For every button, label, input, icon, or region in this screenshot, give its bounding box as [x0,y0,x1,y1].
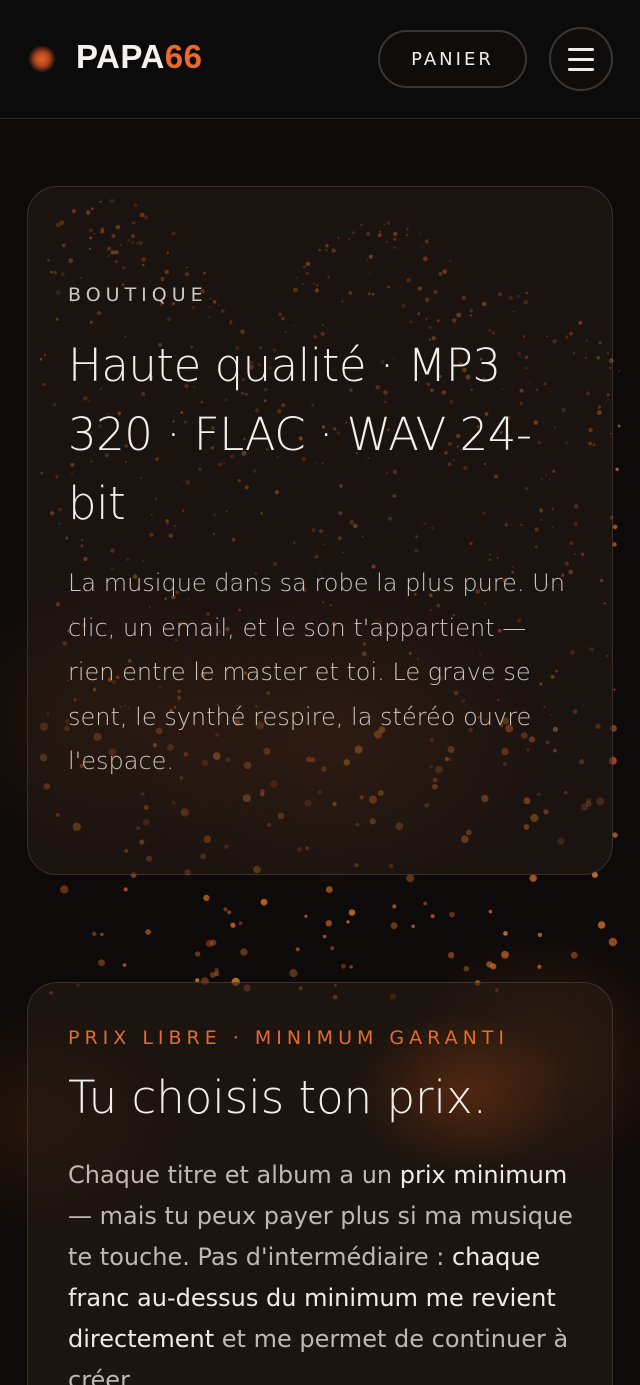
cart-button[interactable]: PANIER [378,30,527,88]
particle [145,929,152,935]
particle [503,931,508,936]
menu-button[interactable] [549,27,613,91]
shop-description: La musique dans sa robe la plus pure. Un… [68,569,565,775]
particle [304,914,308,918]
pricing-text-1: Chaque titre et album a un [68,1161,400,1189]
particle [570,951,578,959]
particle [195,951,201,957]
particle [488,909,493,914]
particle [615,467,619,472]
particle [295,947,300,952]
particle [392,904,397,909]
particle [617,424,621,428]
particle [612,832,618,838]
particle [230,922,236,928]
particle [122,963,127,967]
particle [325,886,333,893]
pricing-description: Chaque titre et album a un prix minimum … [68,1155,583,1385]
particle [390,922,398,930]
particle [597,921,606,929]
particle [59,885,69,894]
particle [613,688,616,691]
particle [537,932,543,937]
particle [618,370,620,372]
site-header: PAPA66 PANIER [0,0,640,119]
hamburger-icon-line [568,67,594,71]
brand-logo[interactable]: PAPA66 [76,38,203,76]
particle [325,920,332,927]
hamburger-icon [568,47,594,51]
pricing-highlight-minimum: prix minimum [399,1161,568,1189]
particle [240,948,248,956]
particle [612,524,618,530]
logo-dot-icon[interactable] [28,45,56,73]
particle [330,946,335,951]
particle [205,939,213,948]
particle [490,963,497,970]
particle [238,921,243,925]
particle [100,932,104,937]
hamburger-icon-line [568,57,594,61]
brand-accent: 66 [164,38,203,75]
particle [223,907,228,912]
particle [214,967,219,973]
particle [449,911,455,918]
particle [346,920,350,924]
particle [349,965,353,969]
particle [123,887,128,892]
pricing-title: Tu choisis ton prix. [68,1071,487,1124]
particle [537,964,542,969]
particle [341,964,346,969]
pricing-eyebrow: PRIX LIBRE · MINIMUM GARANTI [68,1027,509,1049]
particle [448,952,455,959]
pricing-card: PRIX LIBRE · MINIMUM GARANTI Tu choisis … [27,982,613,1385]
particle [322,934,327,939]
particle [92,931,97,936]
particle [430,914,435,919]
brand-main: PAPA [76,38,165,75]
shop-card: BOUTIQUE Haute qualité · MP3 320 · FLAC … [27,186,613,875]
particle [348,909,356,916]
particle [501,950,509,959]
particle [98,959,105,967]
particle [260,898,268,906]
particle [608,937,618,947]
particle [406,874,415,883]
particle [203,894,210,902]
particle [463,965,470,972]
particle [423,901,427,906]
particle [289,969,298,978]
particle [411,924,416,929]
shop-title: Haute qualité · MP3 320 · FLAC · WAV 24-… [68,339,532,530]
particle [227,910,232,915]
particle [529,874,537,882]
shop-eyebrow: BOUTIQUE [68,284,208,306]
